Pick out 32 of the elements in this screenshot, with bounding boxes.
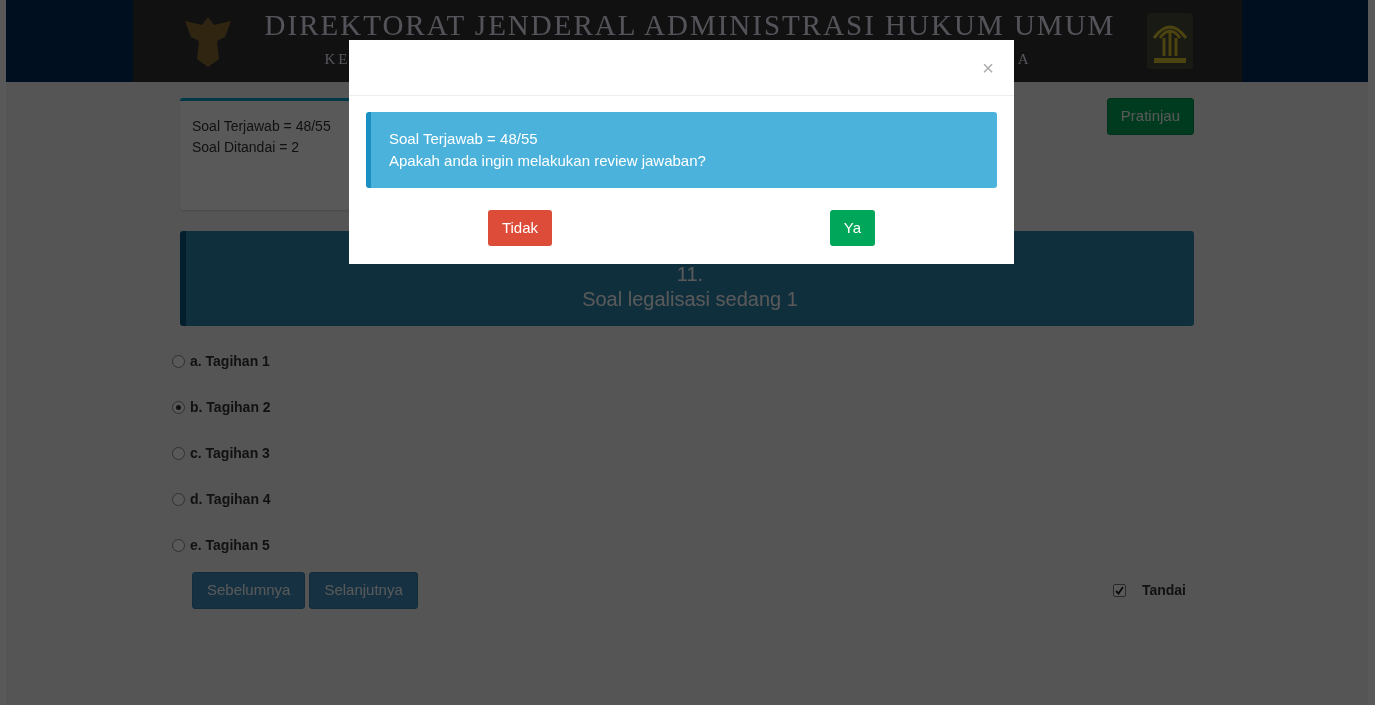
preview-button[interactable]: Pratinjau bbox=[1106, 98, 1194, 135]
summary-line: Soal Ditandai = 2 bbox=[192, 138, 300, 157]
radio-button[interactable] bbox=[172, 400, 185, 414]
header-title: DIREKTORAT JENDERAL ADMINISTRASI HUKUM UMUM bbox=[264, 11, 1116, 41]
option-label: e. Tagihan 5 bbox=[190, 535, 270, 555]
option-label: a. Tagihan 1 bbox=[190, 351, 270, 371]
yes-button[interactable]: Ya bbox=[829, 209, 876, 246]
header-subtitle: A bbox=[1017, 50, 1032, 70]
radio-button[interactable] bbox=[172, 492, 185, 506]
mark-checkbox[interactable]: Tandai bbox=[1112, 579, 1186, 601]
summary-line: Soal Terjawab = 48/55 bbox=[192, 117, 331, 136]
radio-button[interactable] bbox=[172, 354, 185, 368]
option-label: c. Tagihan 3 bbox=[190, 443, 270, 463]
radio-button[interactable] bbox=[172, 538, 185, 552]
close-button[interactable]: × bbox=[980, 57, 996, 78]
previous-button[interactable]: Sebelumnya bbox=[192, 572, 306, 609]
answer-option[interactable]: d. Tagihan 4 bbox=[172, 476, 1194, 522]
next-button[interactable]: Selanjutnya bbox=[309, 572, 418, 609]
crest-logo bbox=[1145, 12, 1194, 70]
question-text: Soal legalisasi sedang 1 bbox=[581, 287, 799, 312]
header-subtitle: KE bbox=[324, 50, 351, 70]
check-icon bbox=[1114, 585, 1124, 595]
question-number: 11. bbox=[675, 262, 705, 287]
answer-option[interactable]: c. Tagihan 3 bbox=[172, 430, 1194, 476]
no-button[interactable]: Tidak bbox=[487, 209, 553, 246]
message-callout: Soal Terjawab = 48/55 Apakah anda ingin melakukan review jawaban? bbox=[366, 112, 997, 188]
answer-option[interactable]: e. Tagihan 5 bbox=[172, 522, 1194, 568]
option-label: d. Tagihan 4 bbox=[190, 489, 271, 509]
answer-option[interactable]: a. Tagihan 1 bbox=[172, 338, 1194, 384]
answer-option[interactable]: b. Tagihan 2 bbox=[172, 384, 1194, 430]
option-label: b. Tagihan 2 bbox=[190, 397, 271, 417]
radio-button[interactable] bbox=[172, 446, 185, 460]
